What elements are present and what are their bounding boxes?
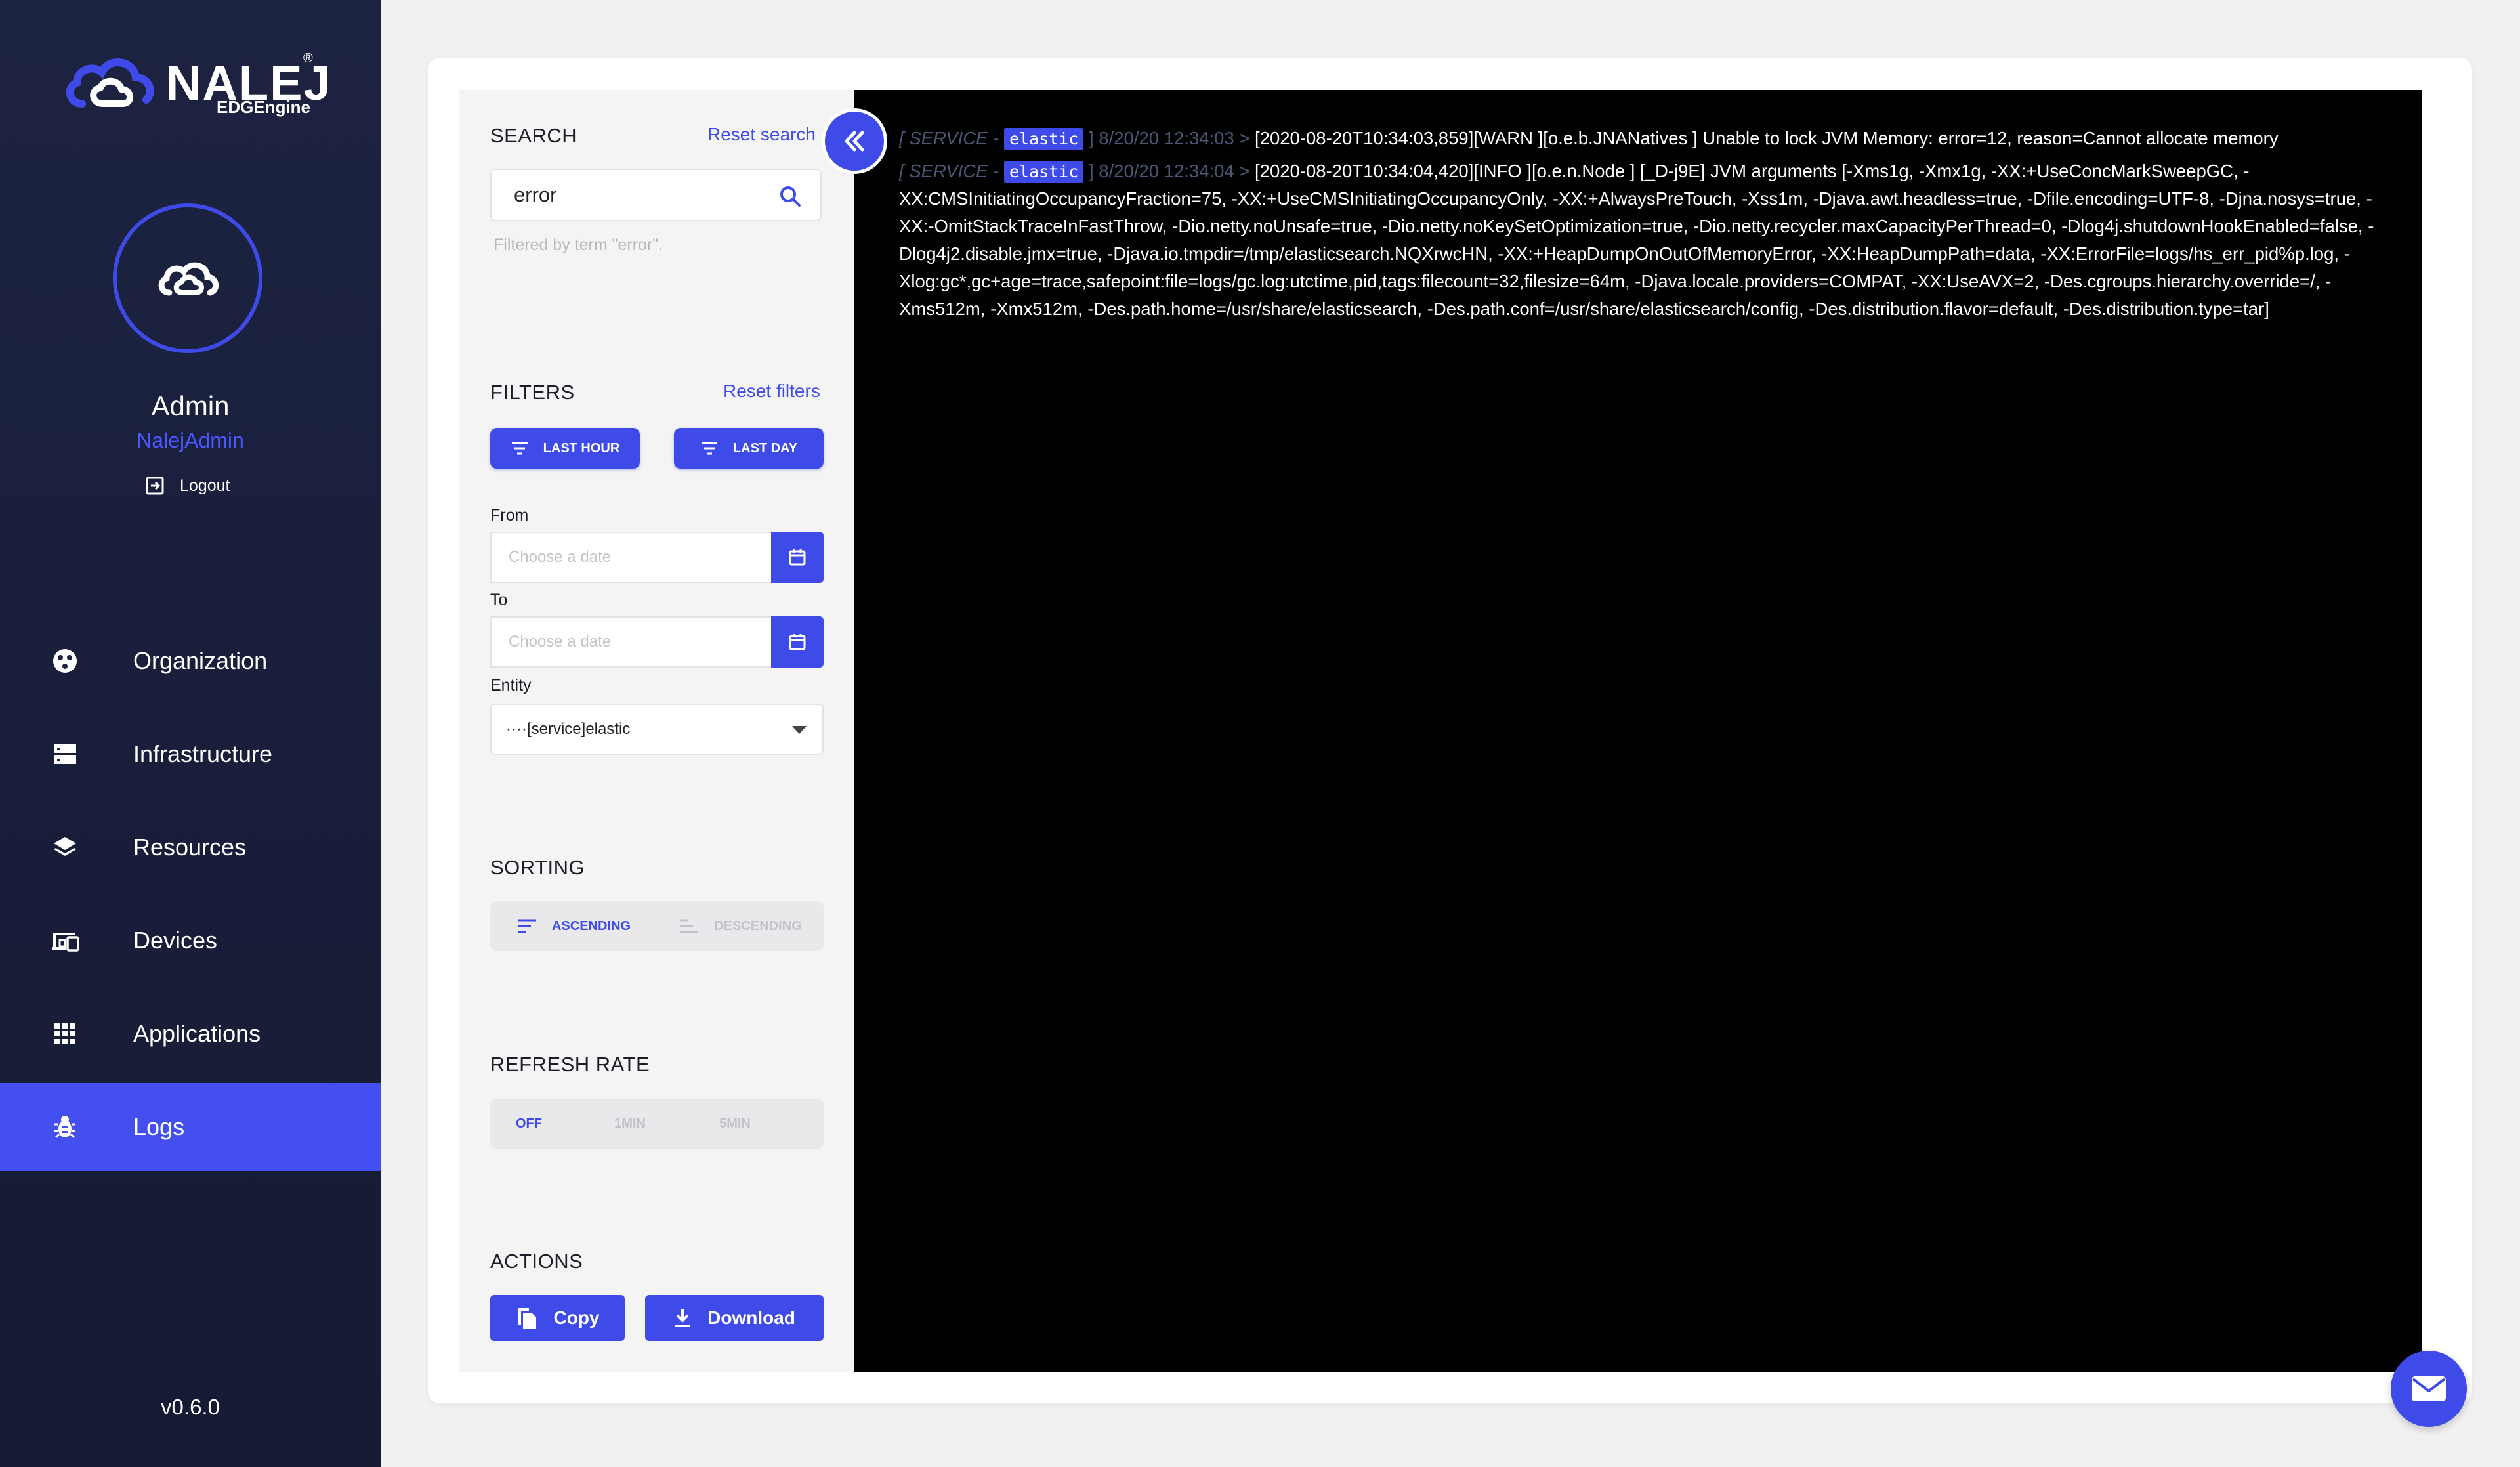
copy-icon <box>518 1308 536 1329</box>
sort-ascending-icon <box>517 919 536 933</box>
sort-descending-label: DESCENDING <box>714 918 802 933</box>
sidebar-item-infrastructure[interactable]: Infrastructure <box>0 710 381 798</box>
refresh-rate-title: REFRESH RATE <box>490 1053 650 1076</box>
sort-descending-icon <box>680 919 699 933</box>
from-calendar-button[interactable] <box>771 532 824 583</box>
search-hint: Filtered by term "error". <box>494 236 663 254</box>
to-calendar-button[interactable] <box>771 616 824 668</box>
log-message: [2020-08-20T10:34:04,420][INFO ][o.e.n.N… <box>899 161 2374 319</box>
cloud-avatar-icon <box>158 262 219 296</box>
calendar-icon <box>789 634 806 650</box>
sidebar-item-label: Infrastructure <box>133 740 273 767</box>
grid-icon <box>49 1018 81 1050</box>
log-entity-tag: elastic <box>1003 128 1084 150</box>
layers-icon <box>49 832 81 863</box>
refresh-off-button[interactable]: OFF <box>490 1116 568 1132</box>
download-button[interactable]: Download <box>645 1295 824 1341</box>
sort-descending-button[interactable]: DESCENDING <box>657 918 824 934</box>
user-role: NalejAdmin <box>136 429 244 452</box>
collapse-panel-button[interactable] <box>822 108 887 174</box>
sidebar-item-label: Organization <box>133 647 268 674</box>
last-hour-button[interactable]: LAST HOUR <box>490 428 640 469</box>
sidebar-item-label: Devices <box>133 927 218 954</box>
sorting-title: SORTING <box>490 856 585 879</box>
copy-button[interactable]: Copy <box>490 1295 625 1341</box>
refresh-5min-label: 5MIN <box>719 1116 751 1131</box>
last-hour-label: LAST HOUR <box>543 440 620 456</box>
log-entity-tag: elastic <box>1003 161 1084 183</box>
sidebar-item-applications[interactable]: Applications <box>0 990 381 1078</box>
reset-search-link[interactable]: Reset search <box>707 124 816 145</box>
search-icon[interactable] <box>777 183 803 209</box>
entity-value: ····[service]elastic <box>506 720 631 738</box>
sorting-toggle: ASCENDING DESCENDING <box>490 901 824 951</box>
calendar-icon <box>789 549 806 566</box>
download-icon <box>675 1309 690 1327</box>
user-name: Admin <box>151 391 230 421</box>
avatar[interactable] <box>113 203 262 353</box>
log-timestamp: ] 8/20/20 12:34:04 > <box>1088 161 1250 181</box>
to-date-input[interactable] <box>492 632 759 652</box>
refresh-rate-toggle: OFF 1MIN 5MIN <box>490 1099 824 1149</box>
search-box <box>490 169 822 221</box>
refresh-5min-button[interactable]: 5MIN <box>692 1116 778 1132</box>
sidebar-item-label: Applications <box>133 1020 261 1047</box>
sidebar-item-devices[interactable]: Devices <box>0 897 381 985</box>
entity-select[interactable]: ····[service]elastic <box>490 704 824 755</box>
devices-icon <box>49 925 81 956</box>
sidebar-item-resources[interactable]: Resources <box>0 803 381 891</box>
server-icon <box>49 738 81 770</box>
version-label: v0.6.0 <box>161 1395 220 1419</box>
sidebar-item-label: Logs <box>133 1113 185 1140</box>
sidebar: NALEJ ® EDGEngine Admin NalejAdmin Logou… <box>0 0 381 1467</box>
entity-label: Entity <box>490 676 532 694</box>
organization-icon <box>49 645 81 677</box>
filter-panel: SEARCH Reset search Filtered by term "er… <box>459 90 854 1372</box>
refresh-1min-button[interactable]: 1MIN <box>568 1116 692 1132</box>
to-label: To <box>490 591 508 609</box>
chat-button[interactable] <box>2391 1351 2467 1427</box>
double-chevron-left-icon <box>845 131 864 152</box>
refresh-1min-label: 1MIN <box>614 1116 646 1131</box>
logout-label: Logout <box>180 476 230 495</box>
log-timestamp: ] 8/20/20 12:34:03 > <box>1088 128 1250 148</box>
logout-button[interactable]: Logout <box>144 473 230 499</box>
reset-filters-link[interactable]: Reset filters <box>723 381 820 402</box>
search-input[interactable] <box>492 182 765 207</box>
last-day-label: LAST DAY <box>732 440 798 456</box>
from-date-input[interactable] <box>492 547 759 567</box>
search-title: SEARCH <box>490 124 578 147</box>
download-label: Download <box>707 1308 795 1328</box>
sidebar-nav: Organization Infrastructure Resources De… <box>0 617 381 1176</box>
envelope-icon <box>2412 1376 2446 1401</box>
log-type: [ SERVICE - <box>899 161 999 181</box>
chevron-down-icon <box>792 726 807 734</box>
log-type: [ SERVICE - <box>899 128 999 148</box>
last-day-button[interactable]: LAST DAY <box>674 428 824 469</box>
bug-icon <box>49 1111 81 1143</box>
filter-icon <box>701 442 717 455</box>
filter-icon <box>511 442 528 455</box>
cloud-logo-icon <box>66 58 154 108</box>
sidebar-item-label: Resources <box>133 834 247 861</box>
sidebar-item-logs[interactable]: Logs <box>0 1083 381 1171</box>
log-console[interactable]: [ SERVICE - elastic ] 8/20/20 12:34:03 >… <box>854 90 2422 1372</box>
logout-icon <box>146 477 164 495</box>
actions-title: ACTIONS <box>490 1250 583 1273</box>
from-label: From <box>490 506 529 524</box>
log-message: [2020-08-20T10:34:03,859][WARN ][o.e.b.J… <box>1255 128 2278 148</box>
copy-label: Copy <box>553 1308 600 1328</box>
brand-registered: ® <box>303 51 313 66</box>
log-entry: [ SERVICE - elastic ] 8/20/20 12:34:03 >… <box>899 125 2382 152</box>
sort-ascending-label: ASCENDING <box>551 918 631 933</box>
refresh-off-label: OFF <box>516 1116 542 1131</box>
filters-title: FILTERS <box>490 381 575 404</box>
from-date-field <box>490 532 771 583</box>
sidebar-item-organization[interactable]: Organization <box>0 617 381 705</box>
brand-product: EDGEngine <box>217 97 311 117</box>
sort-ascending-button[interactable]: ASCENDING <box>490 918 657 934</box>
log-entry: [ SERVICE - elastic ] 8/20/20 12:34:04 >… <box>899 158 2382 323</box>
to-date-field <box>490 616 771 668</box>
brand-logo: NALEJ ® EDGEngine <box>62 46 331 125</box>
